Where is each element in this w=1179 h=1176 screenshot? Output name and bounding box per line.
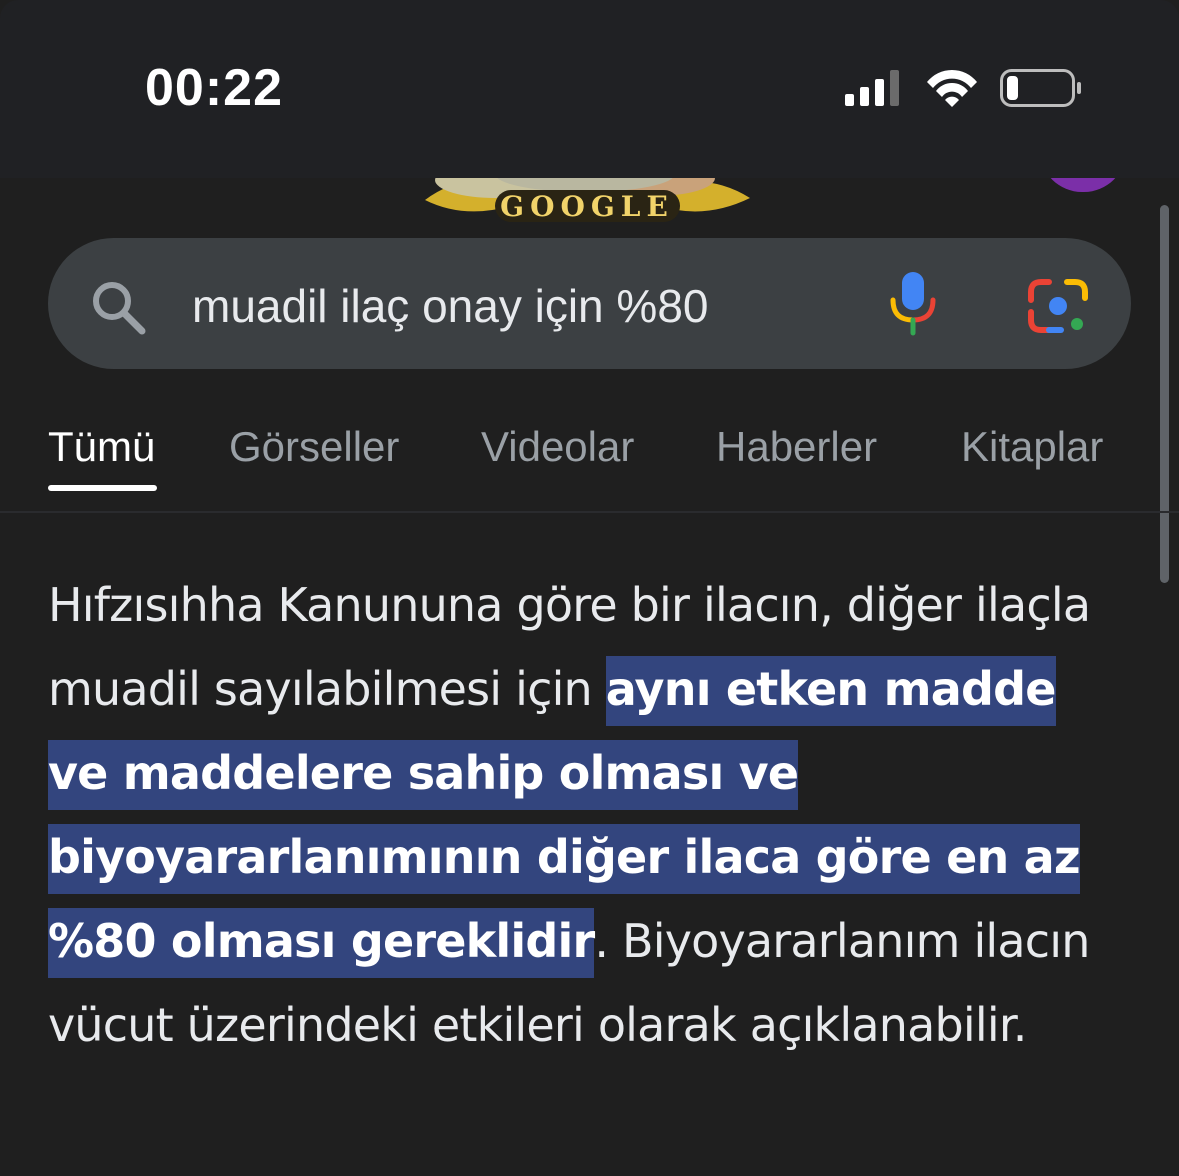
divider: [0, 511, 1179, 513]
tab-videos[interactable]: Videolar: [481, 423, 634, 471]
status-bar: 00:22: [0, 0, 1179, 178]
status-time: 00:22: [145, 59, 283, 117]
featured-snippet-text: Hıfzısıhha Kanununa göre bir ilacın, diğ…: [48, 563, 1128, 1067]
battery-icon: [1000, 69, 1081, 107]
search-input[interactable]: muadil ilaç onay için %80: [192, 278, 832, 334]
search-tabs: Tümü Görseller Videolar Haberler Kitapla…: [0, 405, 1179, 511]
status-icons: [845, 69, 1081, 107]
tab-news[interactable]: Haberler: [716, 423, 877, 471]
doodle-text: GOOGLE: [500, 190, 674, 223]
search-icon[interactable]: [88, 277, 148, 337]
google-lens-icon[interactable]: [1027, 278, 1089, 334]
wifi-icon: [927, 69, 977, 107]
active-tab-indicator: [48, 485, 157, 491]
tab-books[interactable]: Kitaplar: [961, 423, 1103, 471]
scrollbar[interactable]: [1160, 205, 1169, 583]
tab-images[interactable]: Görseller: [229, 423, 399, 471]
microphone-icon[interactable]: [887, 270, 941, 336]
tab-all[interactable]: Tümü: [48, 423, 155, 471]
cellular-signal-icon: [845, 70, 899, 106]
